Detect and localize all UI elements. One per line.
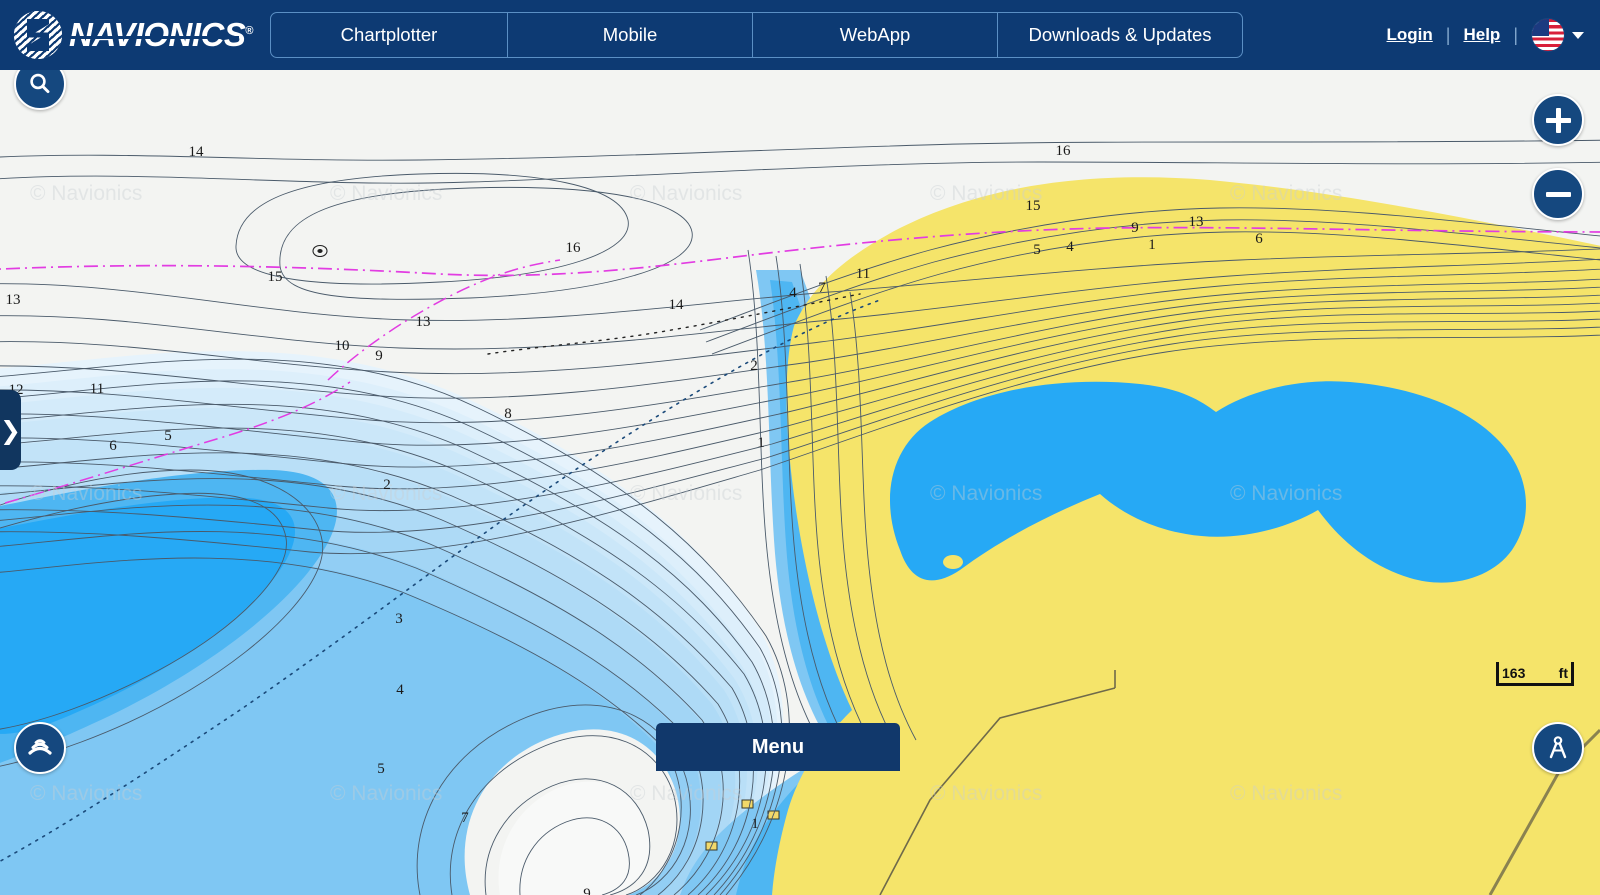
menu-button-label: Menu xyxy=(751,735,805,758)
depth-label: 7 xyxy=(818,280,826,296)
depth-label: 13 xyxy=(416,314,431,330)
depth-label: 11 xyxy=(90,381,104,397)
navionics-logo-icon xyxy=(14,11,62,59)
side-panel-toggle[interactable]: ❯ xyxy=(0,390,21,470)
sonar-waves-icon xyxy=(28,739,52,755)
depth-label: 4 xyxy=(396,682,404,698)
depth-label: 2 xyxy=(383,477,391,493)
tab-downloads-updates[interactable]: Downloads & Updates xyxy=(998,12,1243,58)
depth-label: 3 xyxy=(395,611,403,627)
us-flag-icon[interactable] xyxy=(1531,18,1565,52)
depth-label: 13 xyxy=(6,292,21,308)
plus-icon xyxy=(1545,107,1571,133)
watermark-text: © Navionics xyxy=(30,482,142,505)
dividers-icon xyxy=(1549,736,1567,759)
depth-label: 6 xyxy=(1255,231,1263,247)
depth-label: 13 xyxy=(1189,214,1204,230)
depth-label: 1 xyxy=(757,435,765,451)
scale-bar: 163 ft xyxy=(1496,662,1574,686)
depth-label: 1 xyxy=(751,816,759,832)
chevron-down-icon[interactable] xyxy=(1572,31,1584,39)
separator: | xyxy=(1513,24,1518,45)
measure-distance-button[interactable] xyxy=(1532,722,1584,774)
main-nav: Chartplotter Mobile WebApp Downloads & U… xyxy=(270,0,1243,70)
scale-unit: ft xyxy=(1558,664,1568,681)
watermark-text: © Navionics xyxy=(930,782,1042,805)
depth-label: 5 xyxy=(1033,242,1041,258)
tab-label: Downloads & Updates xyxy=(1028,24,1212,45)
chart-canvas: © Navionics © Navionics © Navionics © Na… xyxy=(0,70,1600,895)
depth-label: 8 xyxy=(504,406,512,422)
watermark-text: © Navionics xyxy=(30,782,142,805)
menu-button[interactable]: Menu xyxy=(656,723,900,771)
tab-label: Chartplotter xyxy=(340,24,438,45)
depth-label: 5 xyxy=(164,428,172,444)
scale-value: 163 xyxy=(1502,664,1526,681)
depth-label: 10 xyxy=(335,338,350,354)
watermark-text: © Navionics xyxy=(930,482,1042,505)
watermark-text: © Navionics xyxy=(1230,782,1342,805)
header-actions: Login | Help | xyxy=(1374,0,1600,70)
tab-label: Mobile xyxy=(602,24,658,45)
login-link[interactable]: Login xyxy=(1374,25,1446,45)
depth-label: 11 xyxy=(856,266,870,282)
depth-label: 14 xyxy=(189,144,205,160)
depth-label: 7 xyxy=(461,810,469,826)
brand-wordmark: NAVIONICS® xyxy=(69,16,253,54)
depth-label: 1 xyxy=(1148,237,1156,253)
registered-mark: ® xyxy=(245,25,254,37)
depth-label: 15 xyxy=(268,269,283,285)
watermark-text: © Navionics xyxy=(330,782,442,805)
zoom-out-button[interactable] xyxy=(1532,168,1584,220)
brand-logo[interactable]: NAVIONICS® xyxy=(0,0,270,70)
depth-label: 15 xyxy=(1026,198,1041,214)
nautical-chart-map[interactable]: © Navionics © Navionics © Navionics © Na… xyxy=(0,70,1600,895)
brand-name: NAVIONICS xyxy=(69,16,246,53)
depth-label: 4 xyxy=(789,285,797,301)
sonarchart-layer-button[interactable] xyxy=(14,722,66,774)
app-header: NAVIONICS® Chartplotter Mobile WebApp Do… xyxy=(0,0,1600,70)
tab-label: WebApp xyxy=(839,24,911,45)
watermark-text: © Navionics xyxy=(330,182,442,205)
watermark-text: © Navionics xyxy=(630,482,742,505)
watermark-text: © Navionics xyxy=(30,182,142,205)
watermark-text: © Navionics xyxy=(1230,482,1342,505)
depth-label: 4 xyxy=(1066,239,1074,255)
help-link[interactable]: Help xyxy=(1450,25,1513,45)
tab-chartplotter[interactable]: Chartplotter xyxy=(270,12,508,58)
watermark-text: © Navionics xyxy=(1230,182,1342,205)
depth-label: 9 xyxy=(375,348,383,364)
depth-label: 2 xyxy=(750,358,758,374)
watermark-text: © Navionics xyxy=(630,182,742,205)
tab-webapp[interactable]: WebApp xyxy=(753,12,998,58)
depth-label: 14 xyxy=(669,297,685,313)
zoom-in-button[interactable] xyxy=(1532,94,1584,146)
depth-label: 16 xyxy=(1056,143,1072,159)
search-icon xyxy=(30,73,50,94)
depth-label: 6 xyxy=(109,438,117,454)
depth-label: 9 xyxy=(1131,220,1139,236)
depth-label: 9 xyxy=(583,886,591,895)
depth-label: 5 xyxy=(377,761,385,777)
minus-icon xyxy=(1545,182,1571,207)
watermark-text: © Navionics xyxy=(630,782,742,805)
chevron-right-icon: ❯ xyxy=(0,415,21,445)
tab-mobile[interactable]: Mobile xyxy=(508,12,753,58)
depth-label: 16 xyxy=(566,240,582,256)
lagoon-islet xyxy=(943,555,963,569)
